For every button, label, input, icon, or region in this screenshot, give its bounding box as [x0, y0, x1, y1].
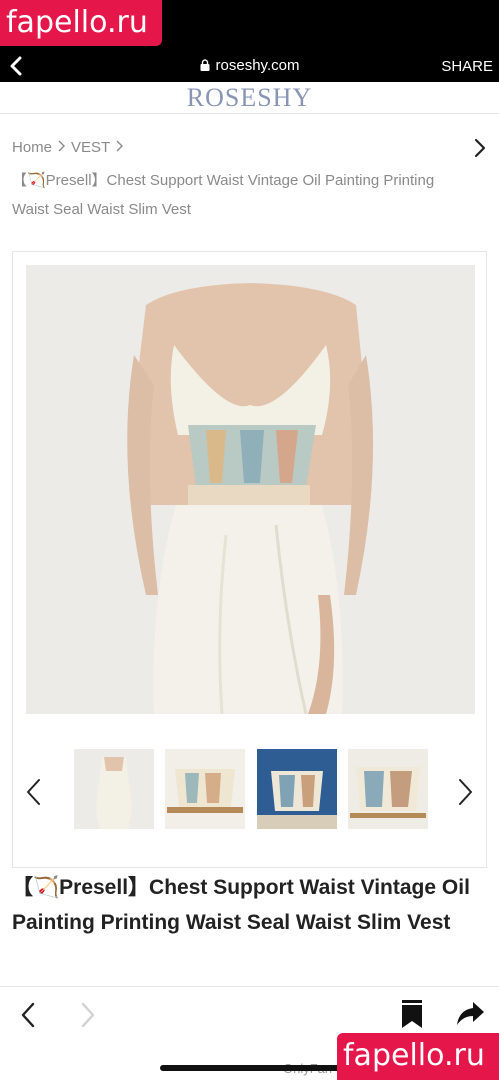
gallery-thumbnail[interactable]	[257, 749, 337, 829]
breadcrumb-separator	[116, 138, 124, 158]
share-button[interactable]: SHARE	[441, 57, 493, 77]
watermark-bottom: fapello.ru	[337, 1033, 499, 1080]
nav-back-icon[interactable]	[18, 1001, 38, 1029]
product-gallery	[12, 251, 487, 868]
breadcrumb: Home VEST	[12, 138, 129, 158]
gallery-thumbnail[interactable]	[74, 749, 154, 829]
address-bar[interactable]: roseshy.com	[0, 56, 499, 76]
next-product-icon[interactable]	[473, 137, 487, 159]
breadcrumb-home[interactable]: Home	[12, 138, 52, 158]
gallery-prev-icon[interactable]	[23, 777, 45, 807]
lock-icon	[200, 59, 210, 71]
bookmark-icon[interactable]	[400, 999, 424, 1029]
site-logo[interactable]: ROSESHY	[0, 82, 499, 114]
gallery-thumbnail[interactable]	[165, 749, 245, 829]
home-indicator[interactable]	[160, 1065, 340, 1071]
gallery-next-icon[interactable]	[454, 777, 476, 807]
breadcrumb-separator	[58, 138, 66, 158]
share-arrow-icon[interactable]	[455, 999, 485, 1027]
url-text: roseshy.com	[215, 57, 300, 74]
breadcrumb-category[interactable]: VEST	[71, 138, 110, 158]
chevron-right-icon	[58, 140, 66, 152]
nav-forward-icon[interactable]	[78, 1001, 98, 1029]
product-main-image[interactable]	[26, 265, 475, 714]
watermark-top: fapello.ru	[0, 0, 162, 46]
site-header: ROSESHY	[0, 82, 499, 114]
product-title: 【🏹Presell】Chest Support Waist Vintage Oi…	[12, 876, 470, 934]
browser-top-bar: fapello.ru roseshy.com SHARE	[0, 0, 499, 82]
breadcrumb-product: 【🏹Presell】Chest Support Waist Vintage Oi…	[12, 172, 435, 218]
chevron-right-icon	[116, 140, 124, 152]
gallery-thumbnail[interactable]	[348, 749, 428, 829]
